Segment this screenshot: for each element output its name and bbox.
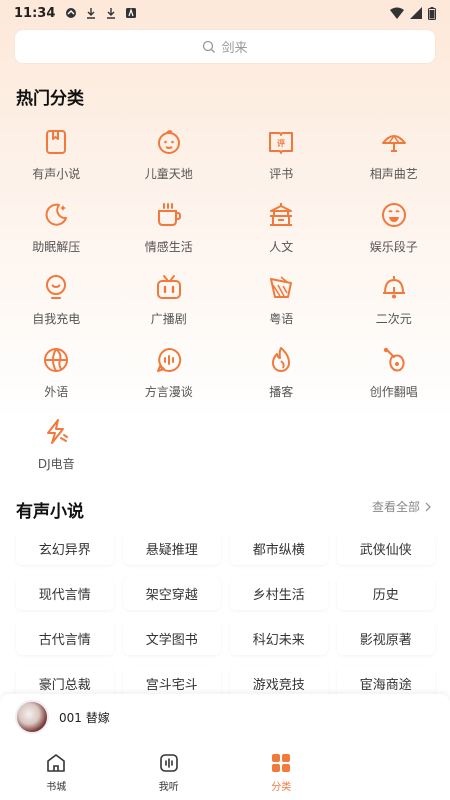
signal-icon (410, 7, 422, 19)
genre-tag[interactable]: 玄幻异界 (16, 531, 114, 565)
category-label: 创作翻唱 (369, 384, 418, 399)
category-item[interactable]: 娱乐段子 (338, 199, 450, 272)
novel-tag-grid: 玄幻异界 悬疑推理 都市纵横 武侠仙侠 现代言情 架空穿越 乡村生活 历史 古代… (16, 531, 435, 700)
category-label: DJ电音 (37, 457, 75, 471)
moon-icon (45, 203, 68, 226)
genre-tag[interactable]: 武侠仙侠 (337, 531, 435, 565)
tv-icon (156, 275, 181, 299)
bulb-icon (46, 275, 67, 299)
guitar-icon (383, 347, 405, 371)
tea-icon (270, 276, 293, 298)
category-item[interactable]: 粤语 (225, 271, 338, 344)
category-label: 评书 (269, 167, 294, 181)
category-label: 二次元 (375, 312, 412, 326)
listen-icon (159, 754, 178, 772)
storytelling-book-icon: 评 (269, 132, 294, 154)
hot-categories-title: 热门分类 (16, 89, 84, 109)
category-label: 广播剧 (150, 312, 187, 326)
app-notification-icon (66, 8, 77, 18)
genre-tag[interactable]: 科幻未来 (230, 621, 328, 655)
audio-novel-title: 有声小说 (16, 502, 84, 522)
category-label: 相声曲艺 (369, 167, 418, 181)
book-icon (46, 130, 67, 154)
category-item[interactable]: 外语 (0, 344, 113, 417)
fan-icon (381, 134, 406, 152)
genre-tag[interactable]: 历史 (337, 576, 435, 610)
category-item[interactable]: 相声曲艺 (338, 126, 450, 199)
tab-my-listening[interactable]: 我听 (113, 740, 226, 800)
genre-tag[interactable]: 影视原著 (337, 621, 435, 655)
download-icon (107, 8, 116, 19)
category-item[interactable]: 二次元 (338, 271, 450, 344)
lightning-icon (47, 419, 69, 444)
home-icon (47, 754, 66, 772)
category-item[interactable]: 自我充电 (0, 271, 113, 344)
category-item[interactable]: 儿童天地 (113, 126, 226, 199)
view-all-label: 查看全部 (371, 500, 420, 514)
genre-tag[interactable]: 都市纵横 (230, 531, 328, 565)
wifi-icon (390, 7, 404, 19)
tab-bookstore[interactable]: 书城 (0, 740, 113, 800)
category-item[interactable]: 广播剧 (113, 271, 226, 344)
category-label: 情感生活 (144, 239, 193, 254)
category-label: 外语 (44, 384, 69, 399)
tab-label: 我听 (158, 782, 179, 793)
category-label: 粤语 (269, 312, 294, 326)
category-label: 人文 (269, 239, 294, 254)
genre-tag[interactable]: 文学图书 (123, 621, 221, 655)
status-time: 11:34 (14, 5, 56, 21)
category-item[interactable]: 播客 (225, 344, 338, 417)
genre-tag[interactable]: 乡村生活 (230, 576, 328, 610)
player-cover-image[interactable] (15, 700, 49, 734)
font-icon (126, 8, 137, 18)
search-input[interactable]: 剑来 (15, 30, 435, 63)
mini-player[interactable]: 001 替嫁 (0, 694, 450, 740)
bottom-tab-bar: 书城 我听 分类 (0, 740, 450, 800)
svg-text:评: 评 (277, 139, 285, 148)
tab-label: 分类 (271, 782, 292, 793)
hot-categories-grid: 有声小说 儿童天地 评 评书 相声曲艺 助眠解压 情感生活 人文 娱乐段子 自我… (0, 126, 450, 489)
globe-icon (44, 347, 69, 372)
genre-tag[interactable]: 悬疑推理 (123, 531, 221, 565)
genre-tag[interactable]: 古代言情 (16, 621, 114, 655)
laugh-face-icon (381, 202, 406, 227)
category-item[interactable]: 情感生活 (113, 199, 226, 272)
cup-icon (157, 202, 181, 226)
tab-label: 书城 (46, 782, 67, 793)
bell-icon (382, 276, 405, 299)
child-face-icon (157, 130, 180, 154)
search-icon (203, 40, 216, 53)
chevron-right-icon (425, 502, 431, 511)
download-icon (87, 8, 96, 19)
genre-tag[interactable]: 现代言情 (16, 576, 114, 610)
category-label: 播客 (269, 384, 294, 399)
category-grid-icon (272, 754, 291, 772)
battery-icon (428, 6, 436, 20)
category-label: 有声小说 (32, 167, 81, 181)
category-item[interactable]: 创作翻唱 (338, 344, 450, 417)
genre-tag[interactable]: 架空穿越 (123, 576, 221, 610)
category-label: 娱乐段子 (369, 239, 418, 254)
status-bar: 11:34 (0, 0, 450, 26)
tab-category[interactable]: 分类 (225, 740, 338, 800)
category-label: 助眠解压 (32, 239, 81, 254)
view-all-link[interactable]: 查看全部 (372, 498, 432, 515)
category-item[interactable]: 有声小说 (0, 126, 113, 199)
player-track-title: 001 替嫁 (59, 710, 110, 725)
category-label: 儿童天地 (144, 167, 193, 181)
category-item[interactable]: 助眠解压 (0, 199, 113, 272)
search-placeholder: 剑来 (221, 41, 248, 56)
category-item[interactable]: 方言漫谈 (113, 344, 226, 417)
tab-spacer (338, 740, 450, 800)
category-label: 方言漫谈 (144, 384, 193, 399)
pavilion-icon (270, 202, 293, 226)
category-label: 自我充电 (32, 312, 81, 326)
flame-icon (272, 346, 291, 372)
voice-bubble-icon (156, 347, 181, 372)
category-item[interactable]: DJ电音 (0, 416, 113, 489)
category-item[interactable]: 评 评书 (225, 126, 338, 199)
category-item[interactable]: 人文 (225, 199, 338, 272)
